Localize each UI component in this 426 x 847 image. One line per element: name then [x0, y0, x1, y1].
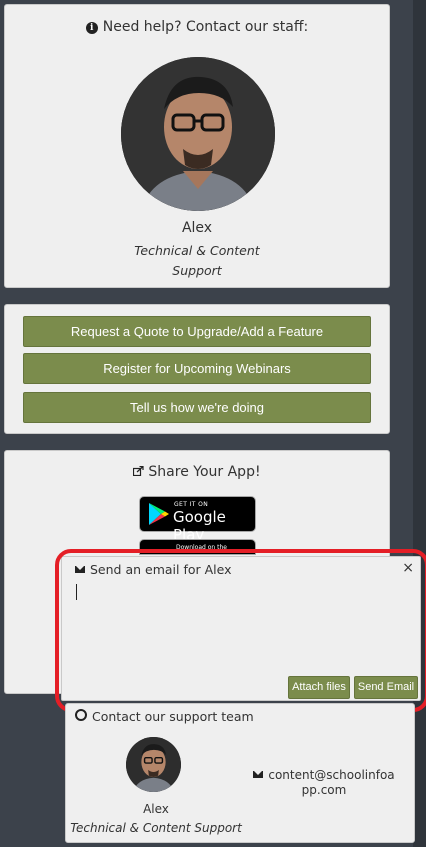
close-icon[interactable]: × — [402, 560, 414, 576]
envelope-icon — [75, 566, 85, 573]
info-icon: i — [85, 22, 98, 34]
help-card: i Need help? Contact our staff: Alex Tech… — [4, 4, 390, 288]
share-icon — [133, 465, 145, 477]
request-quote-button[interactable]: Request a Quote to Upgrade/Add a Feature — [23, 316, 371, 347]
help-title-row: i Need help? Contact our staff: — [5, 19, 389, 35]
help-title: Need help? Contact our staff: — [102, 19, 309, 35]
google-play-badge[interactable]: GET IT ON Google Play — [139, 496, 256, 544]
contact-title: Contact our support team — [92, 709, 254, 724]
share-title: Share Your App! — [148, 464, 261, 480]
email-title: Send an email for Alex — [90, 562, 232, 577]
actions-card: Request a Quote to Upgrade/Add a Feature… — [4, 304, 390, 434]
contact-email[interactable]: content@schoolinfoapp.com — [268, 768, 394, 797]
share-title-row: Share Your App! — [5, 464, 389, 480]
google-play-small-text: GET IT ON — [174, 501, 209, 508]
app-store-small-text: Download on the — [176, 544, 227, 551]
contact-email-row[interactable]: content@schoolinfoapp.com — [250, 768, 398, 798]
envelope-icon — [253, 771, 264, 778]
contact-card: Contact our support team Alex Technical … — [65, 703, 415, 843]
email-title-row: Send an email for Alex — [75, 562, 232, 577]
staff-avatar — [121, 57, 275, 211]
app-store-badge[interactable]: Download on the — [139, 539, 256, 555]
google-play-icon — [149, 503, 169, 525]
email-panel: Send an email for Alex × Attach files Se… — [61, 556, 421, 701]
register-webinars-button[interactable]: Register for Upcoming Webinars — [23, 353, 371, 384]
contact-title-row: Contact our support team — [75, 709, 254, 724]
email-body-input[interactable] — [75, 582, 407, 672]
feedback-button[interactable]: Tell us how we're doing — [23, 392, 371, 423]
contact-avatar — [126, 737, 181, 792]
attach-files-button[interactable]: Attach files — [288, 676, 350, 699]
contact-name: Alex — [143, 802, 169, 816]
lifebuoy-icon — [75, 709, 87, 721]
staff-name: Alex — [181, 220, 213, 236]
send-email-button[interactable]: Send Email — [354, 676, 418, 699]
contact-role: Technical & Content Support — [70, 821, 242, 835]
text-caret — [76, 584, 77, 600]
staff-role: Technical & Content Support — [134, 243, 260, 278]
